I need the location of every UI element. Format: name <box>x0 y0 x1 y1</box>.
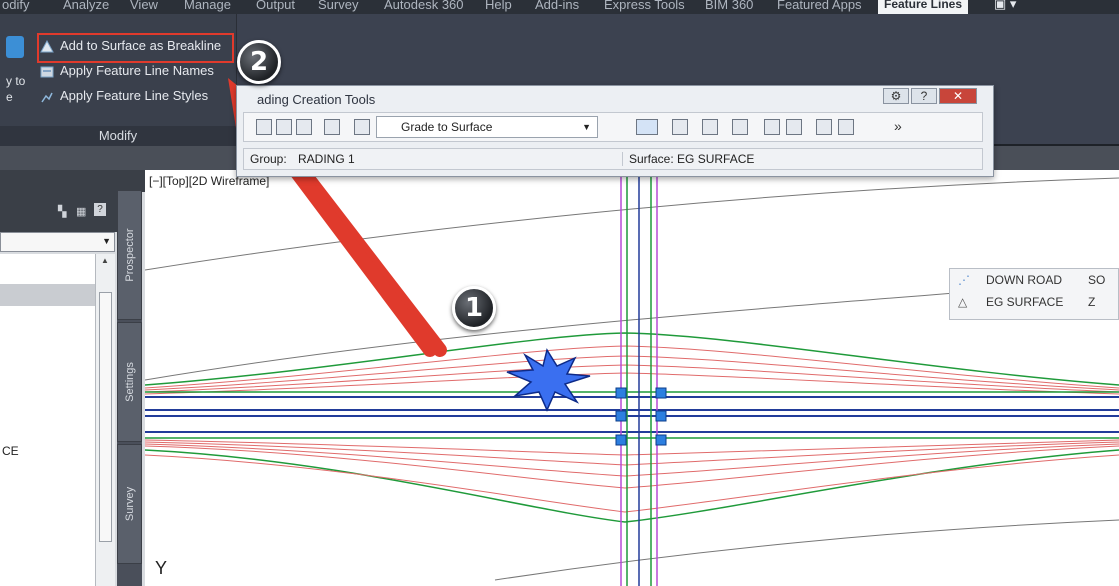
menu-modify[interactable]: odify <box>2 0 29 12</box>
menu-help[interactable]: Help <box>485 0 512 12</box>
paste-tool-icon[interactable] <box>838 119 854 135</box>
info-row1-value: SO <box>1088 273 1106 287</box>
info-row2-name: EG SURFACE <box>986 295 1064 309</box>
tab-settings-label: Settings <box>123 362 136 402</box>
grade-mode-icon[interactable] <box>354 119 370 135</box>
info-row2-value: Z <box>1088 295 1096 309</box>
menu-view[interactable]: View <box>130 0 158 12</box>
menu-bim-360[interactable]: BIM 360 <box>705 0 753 12</box>
tree-icon[interactable]: ▚ <box>58 205 66 218</box>
grading-lines-bottom <box>145 439 1119 513</box>
grading-status-bar: Group: RADING 1 Surface: EG SURFACE <box>243 148 983 170</box>
group-label: Group: <box>250 152 287 166</box>
diamond-tool-icon[interactable] <box>702 119 718 135</box>
select-tool-icon[interactable] <box>256 119 272 135</box>
surface-label[interactable]: Surface: EG SURFACE <box>622 152 754 166</box>
y-axis-label: Y <box>155 558 168 578</box>
tree-selected-row[interactable] <box>0 284 95 306</box>
palette-tree: CE <box>0 254 95 586</box>
tab-survey-label: Survey <box>123 486 136 522</box>
surface-volume-icon[interactable] <box>732 119 748 135</box>
apply-feature-line-names-button[interactable]: Apply Feature Line Names <box>40 61 214 81</box>
breakline-highlight-box <box>37 33 234 63</box>
surface-icon: △ <box>958 295 968 309</box>
menu-bar: odify Analyze View Manage Output Survey … <box>0 0 1119 14</box>
surface-tool-icon[interactable] <box>276 119 292 135</box>
menu-add-ins[interactable]: Add-ins <box>535 0 579 12</box>
truncated-label-2: e <box>6 90 13 104</box>
help-button[interactable]: ? <box>911 88 937 104</box>
scroll-up-icon[interactable]: ▲ <box>101 256 109 265</box>
edit-grading-icon[interactable] <box>672 119 688 135</box>
copy-tool-icon[interactable] <box>816 119 832 135</box>
object-info-box: ⋰ DOWN ROAD SO △ EG SURFACE Z <box>949 268 1119 320</box>
feature-line-daylight-top <box>145 332 1119 386</box>
menu-featured-apps[interactable]: Featured Apps <box>777 0 862 12</box>
tab-prospector-label: Prospector <box>123 228 136 282</box>
feature-line-names-icon <box>40 65 54 79</box>
contour-line <box>494 519 1119 581</box>
grid-tool-icon[interactable] <box>764 119 780 135</box>
callout-1-badge: 1 <box>452 286 496 330</box>
large-tool-icon[interactable] <box>6 36 24 58</box>
truncated-label-1: y to <box>6 74 26 88</box>
palette-header <box>0 170 145 192</box>
menu-analyze[interactable]: Analyze <box>63 0 109 12</box>
palette-dropdown[interactable]: ▼ <box>0 232 115 252</box>
apply-feature-line-names-label: Apply Feature Line Names <box>60 63 214 78</box>
workspace-icon[interactable]: ▣ ▾ <box>994 0 1016 12</box>
expand-toolbar-icon[interactable]: » <box>894 118 902 134</box>
grading-toolbar: Grade to Surface ▼ » <box>243 112 983 142</box>
tree-item-surface[interactable]: CE <box>2 444 19 458</box>
group-value[interactable]: RADING 1 <box>298 152 355 166</box>
tab-feature-lines[interactable]: Feature Lines <box>878 0 969 14</box>
create-grading-icon[interactable] <box>636 119 658 135</box>
menu-survey[interactable]: Survey <box>318 0 358 12</box>
window-controls: ⚙? ✕ <box>881 88 977 106</box>
feature-line-styles-icon <box>40 90 54 104</box>
road-feature-lines <box>145 391 1119 439</box>
menu-output[interactable]: Output <box>256 0 295 12</box>
apply-feature-line-styles-button[interactable]: Apply Feature Line Styles <box>40 86 208 106</box>
scroll-thumb[interactable] <box>99 292 112 542</box>
panel-title-modify[interactable]: Modify <box>0 126 236 146</box>
palette-scrollbar[interactable]: ▲ <box>95 254 115 586</box>
grading-window-title: ading Creation Tools <box>257 92 376 107</box>
grading-creation-tools-window: ading Creation Tools ⚙? ✕ Grade to Surfac… <box>236 85 994 177</box>
tab-settings[interactable]: Settings <box>117 322 142 442</box>
help-icon[interactable]: ? <box>94 203 106 216</box>
menu-manage[interactable]: Manage <box>184 0 231 12</box>
close-button[interactable]: ✕ <box>939 88 977 104</box>
menu-express-tools[interactable]: Express Tools <box>604 0 685 12</box>
grading-criteria-combo[interactable]: Grade to Surface ▼ <box>376 116 598 138</box>
grid-tool-2-icon[interactable] <box>786 119 802 135</box>
grading-criteria-value: Grade to Surface <box>401 120 493 134</box>
criteria-tool-icon[interactable] <box>324 119 340 135</box>
palette-vertical-tabs: Prospector Settings Survey <box>117 190 142 586</box>
menu-autodesk-360[interactable]: Autodesk 360 <box>384 0 464 12</box>
red-arrow-shaft <box>292 170 447 357</box>
alignment-icon: ⋰ <box>958 273 970 287</box>
settings-button[interactable]: ⚙ <box>883 88 909 104</box>
drawing-viewport[interactable]: [−][Top][2D Wireframe] Y <box>145 170 1119 586</box>
palette-toolbar: ▚ ▦ ? <box>0 192 117 232</box>
chevron-down-icon: ▼ <box>582 122 591 132</box>
chevron-down-icon: ▼ <box>102 236 111 246</box>
contour-line <box>145 177 1119 271</box>
layers-tool-icon[interactable] <box>296 119 312 135</box>
list-icon[interactable]: ▦ <box>76 205 86 218</box>
apply-feature-line-styles-label: Apply Feature Line Styles <box>60 88 209 103</box>
drawing-canvas <box>145 170 1119 586</box>
info-row1-name: DOWN ROAD <box>986 273 1062 287</box>
click-burst <box>506 348 591 412</box>
tab-prospector[interactable]: Prospector <box>117 190 142 320</box>
tab-survey[interactable]: Survey <box>117 444 142 564</box>
callout-2-badge: 2 <box>237 40 281 84</box>
vertical-road <box>620 170 658 586</box>
